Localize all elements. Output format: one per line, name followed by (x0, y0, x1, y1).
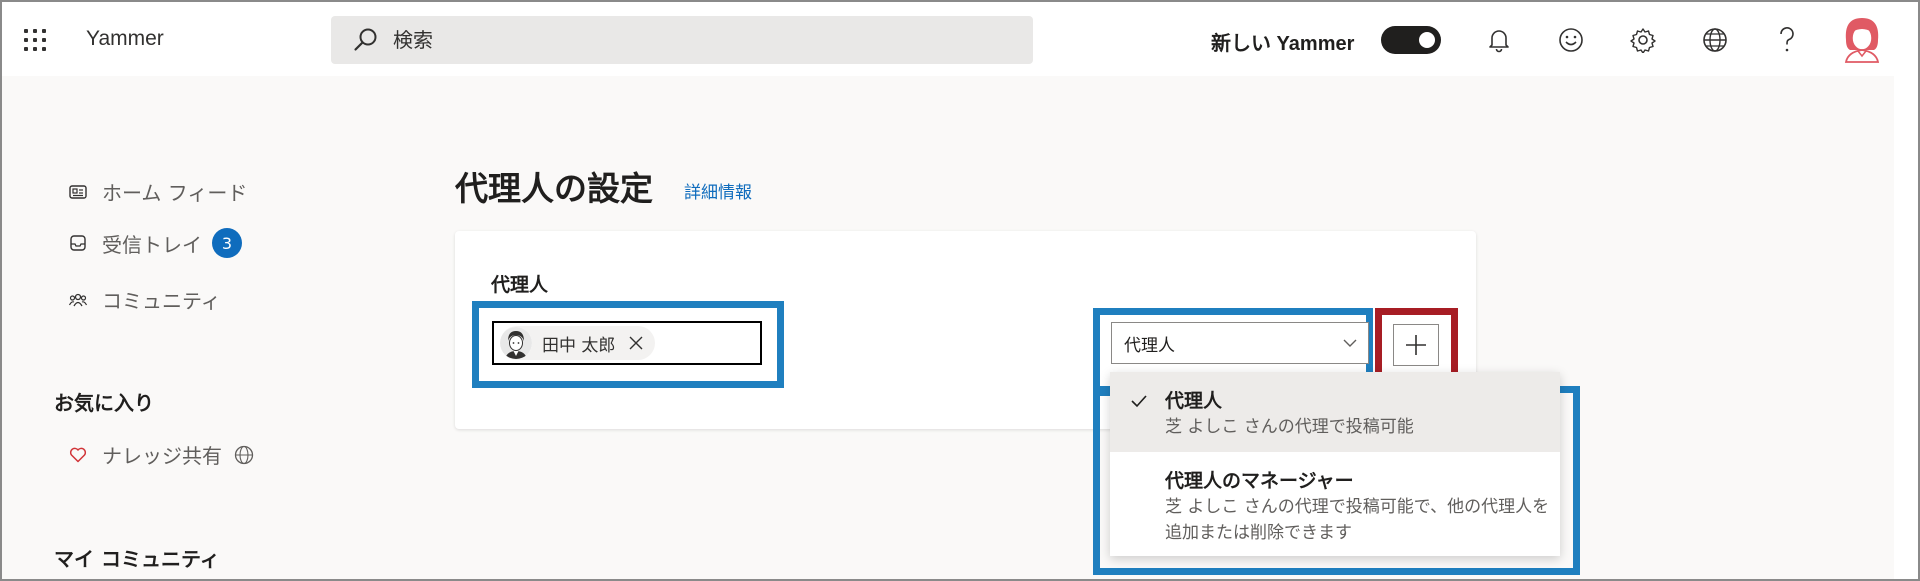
vertical-scrollbar[interactable] (1894, 2, 1918, 579)
role-select[interactable]: 代理人 (1111, 322, 1369, 364)
globe-icon[interactable] (1699, 24, 1731, 56)
gear-icon[interactable] (1627, 24, 1659, 56)
unread-badge: 3 (212, 228, 242, 258)
app-launcher-icon[interactable] (24, 29, 46, 51)
person-avatar (500, 327, 532, 359)
bell-icon[interactable] (1483, 24, 1515, 56)
sidebar-item-label: ナレッジ共有 (102, 444, 222, 468)
sidebar-item-knowledge-share[interactable]: ナレッジ共有 (68, 440, 254, 469)
delegate-field-label: 代理人 (491, 274, 549, 296)
option-title: 代理人 (1165, 390, 1223, 412)
details-link[interactable]: 詳細情報 (684, 178, 752, 203)
person-chip[interactable]: 田中 太郎 (500, 326, 656, 360)
sidebar-item-label: 受信トレイ (102, 232, 202, 257)
plus-icon (1406, 335, 1426, 355)
people-icon (68, 290, 88, 310)
brand-name[interactable]: Yammer (86, 27, 164, 51)
option-description: 芝 よしこ さんの代理で投稿可能 (1165, 417, 1414, 437)
role-select-value: 代理人 (1124, 335, 1175, 356)
person-name: 田中 太郎 (542, 335, 616, 356)
option-description: 芝 よしこ さんの代理で投稿可能で、他の代理人を追加または削除できます (1165, 497, 1550, 543)
chevron-down-icon (1343, 339, 1357, 347)
search-box[interactable] (331, 16, 1033, 64)
people-picker[interactable]: 田中 太郎 (492, 321, 762, 365)
sidebar-item-label: ホーム フィード (102, 181, 248, 205)
smiley-icon[interactable] (1555, 24, 1587, 56)
favorites-heading: お気に入り (54, 391, 154, 415)
heart-icon (68, 445, 88, 465)
top-bar: Yammer 新しい Yammer (2, 2, 1894, 76)
option-delegate-manager[interactable]: 代理人のマネージャー 芝 よしこ さんの代理で投稿可能で、他の代理人を追加または… (1110, 452, 1560, 556)
new-yammer-toggle[interactable] (1381, 26, 1441, 54)
my-communities-heading: マイ コミュニティ (54, 547, 220, 571)
add-delegate-button[interactable] (1393, 324, 1439, 366)
sidebar-item-label: コミュニティ (102, 289, 221, 313)
sidebar-item-communities[interactable]: コミュニティ (68, 285, 221, 314)
news-icon (68, 182, 88, 202)
sidebar-item-home-feed[interactable]: ホーム フィード (68, 177, 247, 206)
new-yammer-label: 新しい Yammer (1211, 33, 1355, 55)
user-avatar[interactable] (1840, 14, 1884, 64)
search-input[interactable] (393, 28, 993, 52)
checkmark-icon (1131, 395, 1147, 408)
page-title: 代理人の設定 (455, 169, 653, 208)
sidebar-item-inbox[interactable]: 受信トレイ 3 (68, 228, 242, 258)
globe-icon (234, 445, 254, 465)
help-icon[interactable] (1771, 24, 1803, 56)
inbox-icon (68, 233, 88, 253)
remove-person-icon[interactable] (627, 334, 645, 352)
option-title: 代理人のマネージャー (1165, 470, 1354, 492)
search-icon (354, 28, 377, 51)
option-delegate[interactable]: 代理人 芝 よしこ さんの代理で投稿可能 (1110, 372, 1560, 452)
role-dropdown-menu: 代理人 芝 よしこ さんの代理で投稿可能 代理人のマネージャー 芝 よしこ さん… (1110, 372, 1560, 556)
